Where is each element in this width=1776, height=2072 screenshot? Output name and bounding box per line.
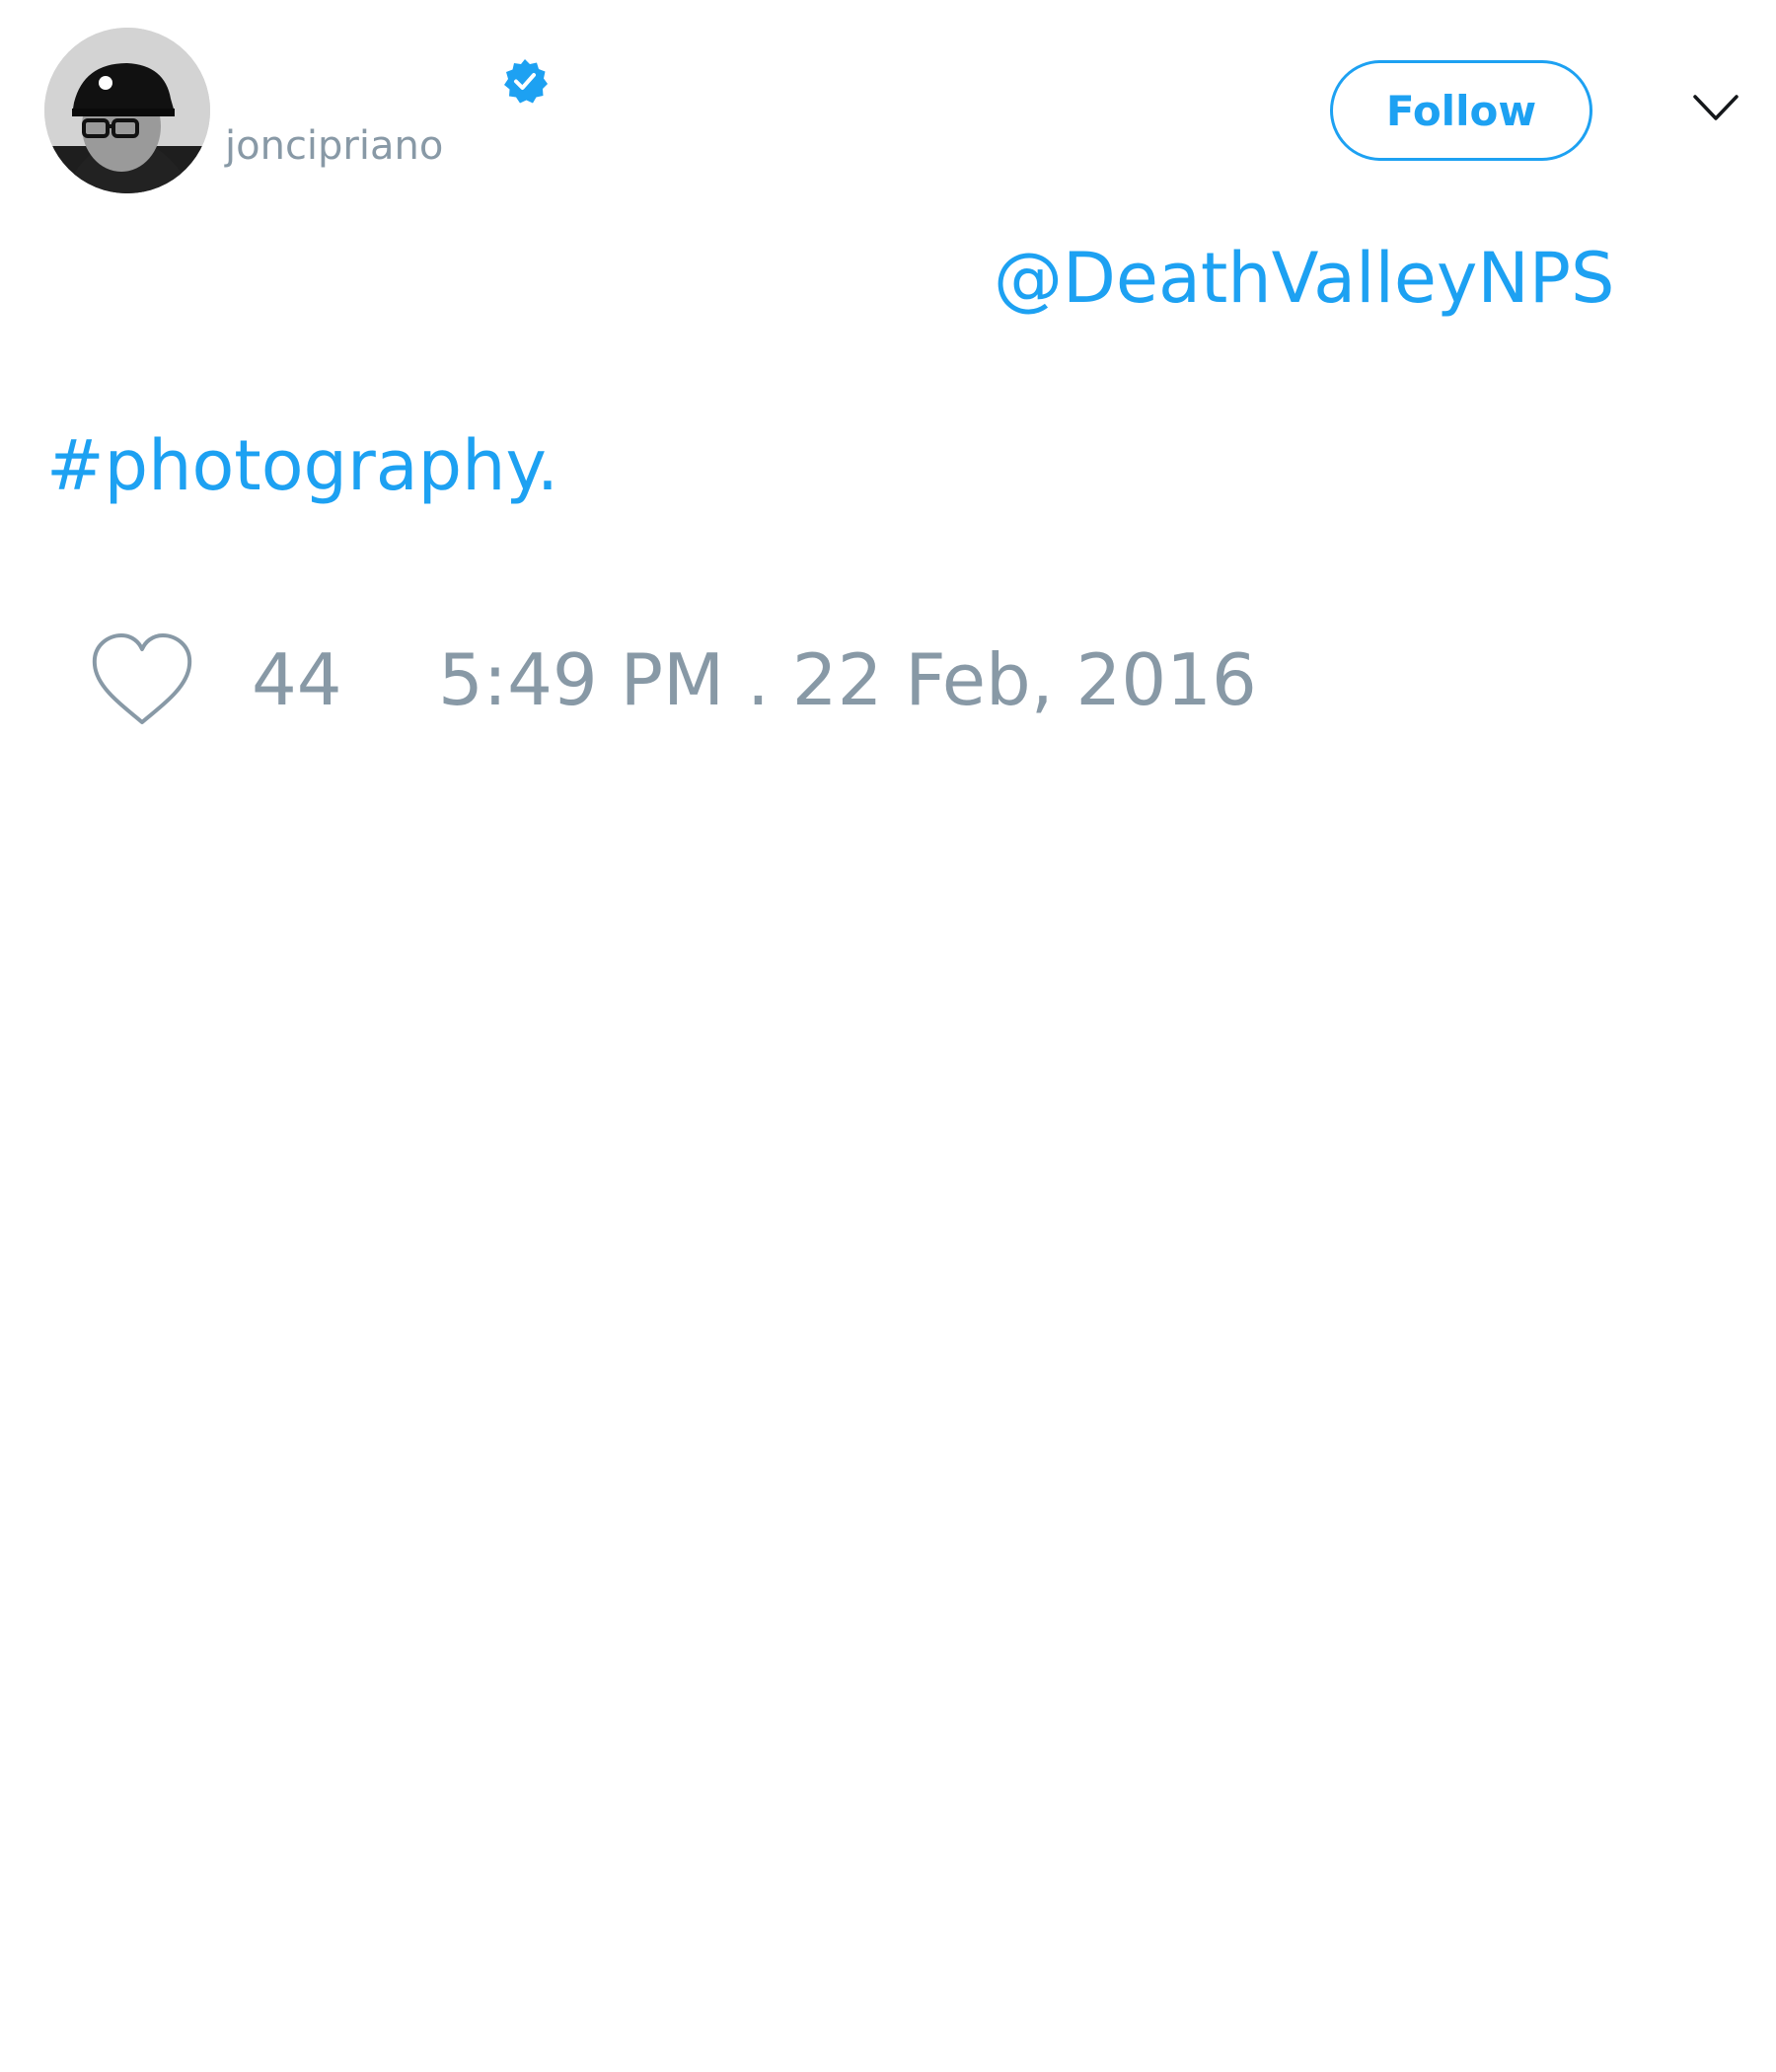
avatar-image (44, 28, 210, 193)
display-name[interactable] (225, 59, 481, 99)
hashtag-link[interactable]: #photography. (46, 424, 558, 507)
heart-icon[interactable] (89, 631, 195, 730)
tweet-header: joncipriano Follow (0, 0, 1776, 217)
like-count: 44 (252, 638, 342, 721)
chevron-down-icon[interactable] (1691, 91, 1740, 126)
follow-button[interactable]: Follow (1330, 60, 1592, 161)
verified-badge-icon (501, 57, 549, 105)
mention-link[interactable]: @DeathValleyNPS (994, 237, 1614, 320)
user-handle[interactable]: joncipriano (225, 126, 443, 166)
avatar[interactable] (44, 28, 210, 193)
tweet-card: joncipriano Follow @DeathValleyNPS #phot… (0, 0, 1776, 2072)
tweet-timestamp[interactable]: 5:49 PM . 22 Feb, 2016 (438, 637, 1257, 722)
tweet-footer: 44 5:49 PM . 22 Feb, 2016 (0, 631, 1776, 740)
